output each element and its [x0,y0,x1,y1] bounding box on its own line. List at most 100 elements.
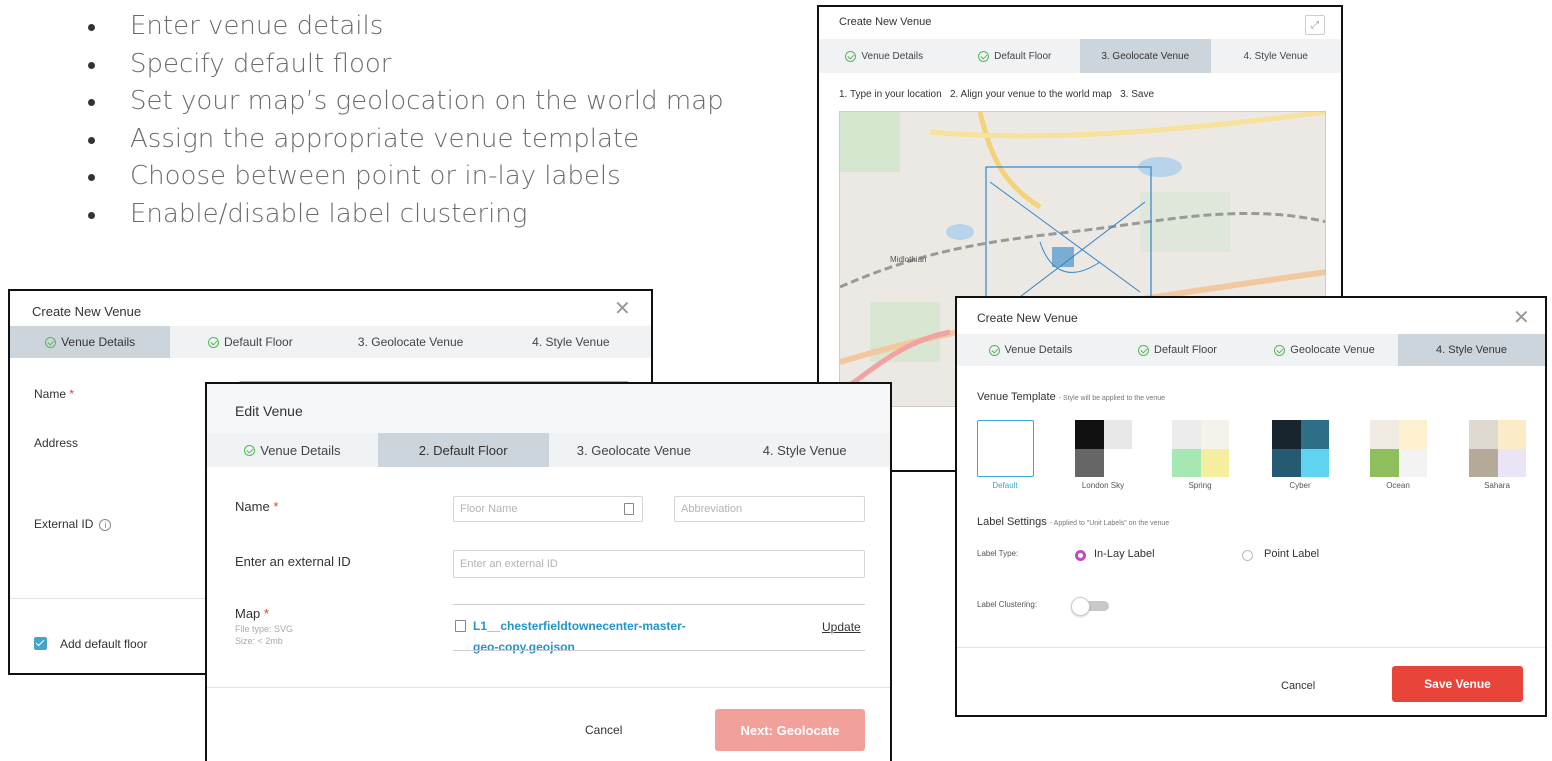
bullet-item: Choose between point or in-lay labels [84,158,724,196]
update-link[interactable]: Update [822,620,861,634]
style-venue-modal: Create New Venue ✕ Venue Details Default… [955,296,1547,717]
tab-default-floor[interactable]: Default Floor [170,326,330,358]
check-icon [978,50,990,62]
point-radio[interactable] [1242,550,1253,561]
template-default[interactable] [977,420,1034,477]
color-cell [1300,420,1329,449]
check-icon [988,344,1000,356]
color-cell [1103,420,1132,449]
tab-style-venue[interactable]: 4. Style Venue [719,433,890,467]
check-icon [1138,344,1149,356]
check-icon [208,336,220,348]
modal-title: Create New Venue [32,303,142,319]
tab-style-venue[interactable]: 4. Style Venue [491,326,651,358]
tab-default-floor[interactable]: Default Floor [950,39,1081,73]
abbreviation-field[interactable]: Abbreviation [674,496,865,522]
step-tabs: Venue Details Default Floor 3. Geolocate… [10,326,651,358]
check-icon [1274,344,1286,356]
tab-venue-details[interactable]: Venue Details [957,334,1104,366]
bullet-item: Specify default floor [84,46,724,84]
add-default-floor-checkbox[interactable] [34,637,47,650]
color-cell [1398,448,1427,477]
tab-default-floor[interactable]: 2. Default Floor [377,433,549,467]
address-label: Address [34,436,79,450]
info-icon[interactable]: i [99,518,112,531]
external-id-field[interactable]: Enter an external ID [453,550,865,578]
point-label: Point Label [1264,548,1320,560]
modal-title: Create New Venue [977,311,1078,325]
bullet-item: Enable/disable label clustering [84,196,724,234]
tab-venue-details[interactable]: Venue Details [819,39,950,73]
step-tabs: Venue Details Default Floor Geolocate Ve… [957,334,1545,366]
color-cell [1272,448,1301,477]
edit-venue-modal: Edit Venue Venue Details 2. Default Floo… [205,382,892,761]
feature-list: Enter venue details Specify default floo… [84,8,724,233]
tab-style-venue[interactable]: 4. Style Venue [1398,334,1545,366]
color-cell [1200,420,1229,449]
modal-header: Create New Venue [819,7,1341,37]
file-icon [455,620,466,632]
check-icon [244,444,256,456]
map-label: Map * [235,606,269,621]
floor-name-field[interactable]: Floor Name [453,496,643,522]
template-ocean[interactable] [1370,420,1427,477]
template-label: Sahara [1484,481,1510,490]
check-icon [45,336,57,348]
cancel-button[interactable]: Cancel [585,723,622,737]
color-cell [1200,448,1229,477]
clustering-toggle[interactable] [1071,597,1109,616]
color-cell [1469,420,1498,449]
color-cell [1172,448,1201,477]
color-cell [1497,420,1526,449]
color-cell [1398,420,1427,449]
external-id-label: Enter an external ID [235,554,351,569]
file-name[interactable]: L1__chesterfieldtownecenter-master-geo-c… [473,616,686,658]
label-type-label: Label Type: [977,549,1019,558]
inlay-radio[interactable] [1075,550,1086,561]
color-cell [1370,448,1399,477]
color-cell [1300,448,1329,477]
clustering-label: Label Clustering: [977,600,1038,609]
divider [957,647,1545,648]
tab-geolocate-venue[interactable]: 3. Geolocate Venue [1080,39,1211,73]
tab-venue-details[interactable]: Venue Details [207,433,378,467]
bullet-item: Enter venue details [84,8,724,46]
expand-icon[interactable]: ⤢ [1305,15,1325,35]
cancel-button[interactable]: Cancel [1281,680,1315,692]
name-label: Name * [235,499,279,514]
color-cell [1172,420,1201,449]
modal-title: Edit Venue [235,403,303,419]
close-icon[interactable]: ✕ [1513,308,1530,328]
tab-geolocate-venue[interactable]: Geolocate Venue [1251,334,1398,366]
modal-header: Create New Venue [10,291,651,331]
template-cyber[interactable] [1272,420,1329,477]
template-label: Default [992,481,1018,490]
color-cell [1103,448,1132,477]
close-icon[interactable]: ✕ [614,299,631,319]
modal-header: Edit Venue [207,384,890,438]
template-label: Spring [1188,481,1212,490]
template-label: London Sky [1081,481,1125,490]
color-cell [1075,420,1104,449]
template-spring[interactable] [1172,420,1229,477]
template-sahara[interactable] [1469,420,1526,477]
modal-header: Create New Venue [957,298,1545,338]
save-venue-button[interactable]: Save Venue [1392,666,1523,702]
bullet-item: Assign the appropriate venue template [84,121,724,159]
divider [453,604,865,605]
inlay-label: In-Lay Label [1094,548,1155,560]
template-london-sky[interactable] [1075,420,1132,477]
tab-default-floor[interactable]: Default Floor [1104,334,1251,366]
tab-geolocate-venue[interactable]: 3. Geolocate Venue [331,326,491,358]
next-geolocate-button[interactable]: Next: Geolocate [715,709,865,751]
id-card-icon [624,503,634,515]
step-tabs: Venue Details 2. Default Floor 3. Geoloc… [207,433,890,467]
template-label: Cyber [1289,481,1311,490]
color-cell [1469,448,1498,477]
tab-style-venue[interactable]: 4. Style Venue [1211,39,1342,73]
add-default-floor-label: Add default floor [60,637,148,651]
tab-geolocate-venue[interactable]: 3. Geolocate Venue [549,433,720,467]
color-cell [1370,420,1399,449]
name-label: Name * [34,387,75,401]
tab-venue-details[interactable]: Venue Details [10,326,171,358]
